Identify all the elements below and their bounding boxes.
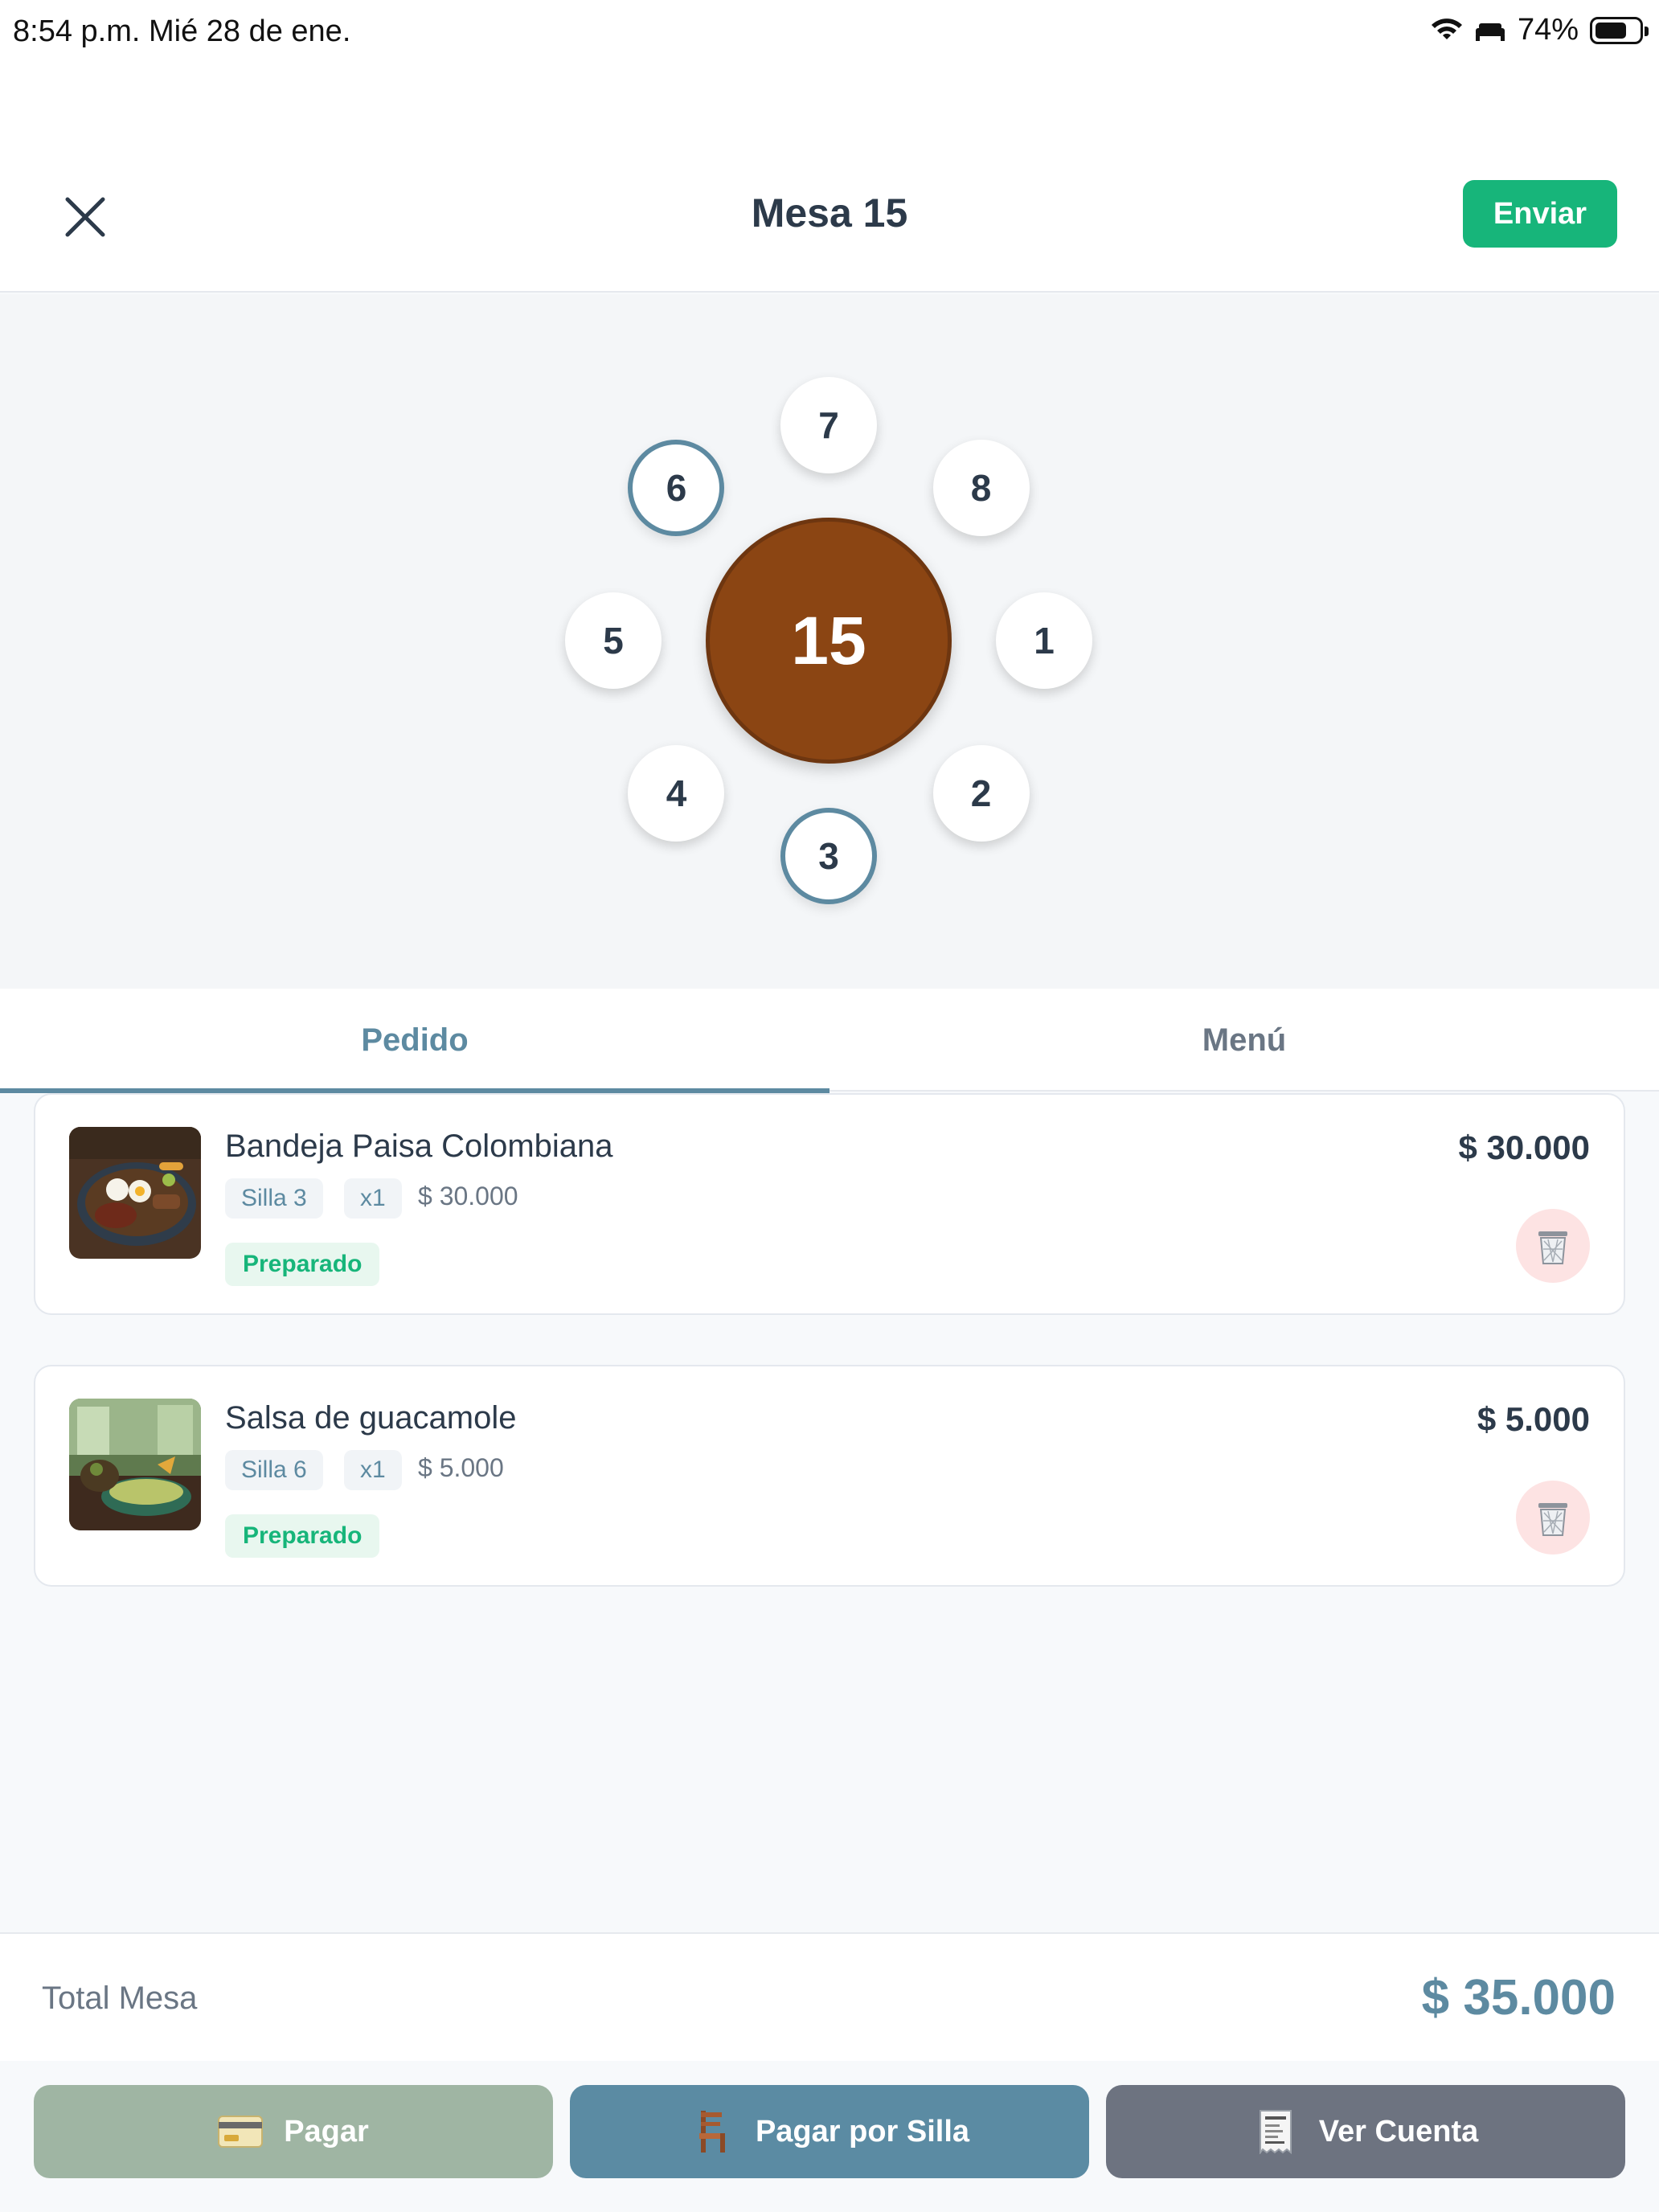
order-item[interactable]: Salsa de guacamole Silla 6 x1 $ 5.000 Pr…	[34, 1365, 1625, 1587]
seat-chip: Silla 3	[225, 1178, 323, 1219]
delete-button[interactable]	[1516, 1209, 1590, 1283]
unit-price: $ 5.000	[418, 1453, 504, 1482]
unit-price: $ 30.000	[418, 1182, 518, 1210]
receipt-icon	[1253, 2109, 1298, 2154]
table-center: 15	[706, 518, 952, 764]
line-total: $ 30.000	[1458, 1129, 1591, 1166]
item-name: Bandeja Paisa Colombiana	[225, 1129, 613, 1164]
status-badge: Preparado	[225, 1243, 380, 1286]
pay-by-seat-button[interactable]: Pagar por Silla	[570, 2085, 1089, 2178]
total-bar: Total Mesa $ 35.000	[0, 1932, 1659, 2061]
seat-chip: Silla 6	[225, 1450, 323, 1490]
action-bar: Pagar Pagar por Silla Ver Cuenta	[0, 2061, 1659, 2212]
header: Mesa 15 Enviar	[0, 68, 1659, 293]
status-icons: 74%	[1431, 13, 1649, 47]
quantity-chip: x1	[344, 1450, 402, 1490]
food-image	[69, 1127, 201, 1259]
seat-3[interactable]: 3	[780, 808, 877, 904]
view-bill-button[interactable]: Ver Cuenta	[1106, 2085, 1625, 2178]
battery-icon	[1590, 16, 1649, 44]
seat-2[interactable]: 2	[932, 744, 1030, 842]
total-value: $ 35.000	[1421, 1970, 1616, 2026]
tab-pedido[interactable]: Pedido	[0, 989, 830, 1093]
page-title: Mesa 15	[751, 190, 908, 236]
delete-button[interactable]	[1516, 1481, 1590, 1555]
bed-icon	[1475, 23, 1505, 41]
food-image	[69, 1399, 201, 1530]
total-label: Total Mesa	[42, 1981, 198, 2016]
seat-7[interactable]: 7	[780, 377, 877, 473]
tab-menu[interactable]: Menú	[830, 989, 1659, 1092]
battery-percent: 74%	[1517, 13, 1579, 47]
tab-bar: Pedido Menú	[0, 989, 1659, 1093]
item-name: Salsa de guacamole	[225, 1400, 517, 1436]
credit-card-icon	[218, 2109, 264, 2154]
status-bar: 8:54 p.m. Mié 28 de ene. 74%	[0, 0, 1659, 68]
seat-4[interactable]: 4	[628, 744, 725, 842]
pay-button-label: Pagar	[284, 2114, 369, 2149]
pay-button[interactable]: Pagar	[34, 2085, 553, 2178]
seat-5[interactable]: 5	[565, 592, 662, 689]
trash-icon	[1538, 1231, 1567, 1264]
seat-1[interactable]: 1	[996, 592, 1092, 689]
seat-8[interactable]: 8	[932, 440, 1030, 537]
trash-icon	[1538, 1503, 1567, 1536]
quantity-chip: x1	[344, 1178, 402, 1219]
order-item[interactable]: Bandeja Paisa Colombiana Silla 3 x1 $ 30…	[34, 1093, 1625, 1315]
wifi-icon	[1431, 18, 1462, 39]
line-total: $ 5.000	[1477, 1400, 1590, 1438]
view-bill-button-label: Ver Cuenta	[1318, 2114, 1479, 2149]
pay-by-seat-button-label: Pagar por Silla	[755, 2114, 970, 2149]
send-button[interactable]: Enviar	[1463, 180, 1617, 248]
chair-icon	[690, 2109, 735, 2154]
status-badge: Preparado	[225, 1514, 380, 1558]
status-time: 8:54 p.m. Mié 28 de ene.	[13, 14, 351, 48]
